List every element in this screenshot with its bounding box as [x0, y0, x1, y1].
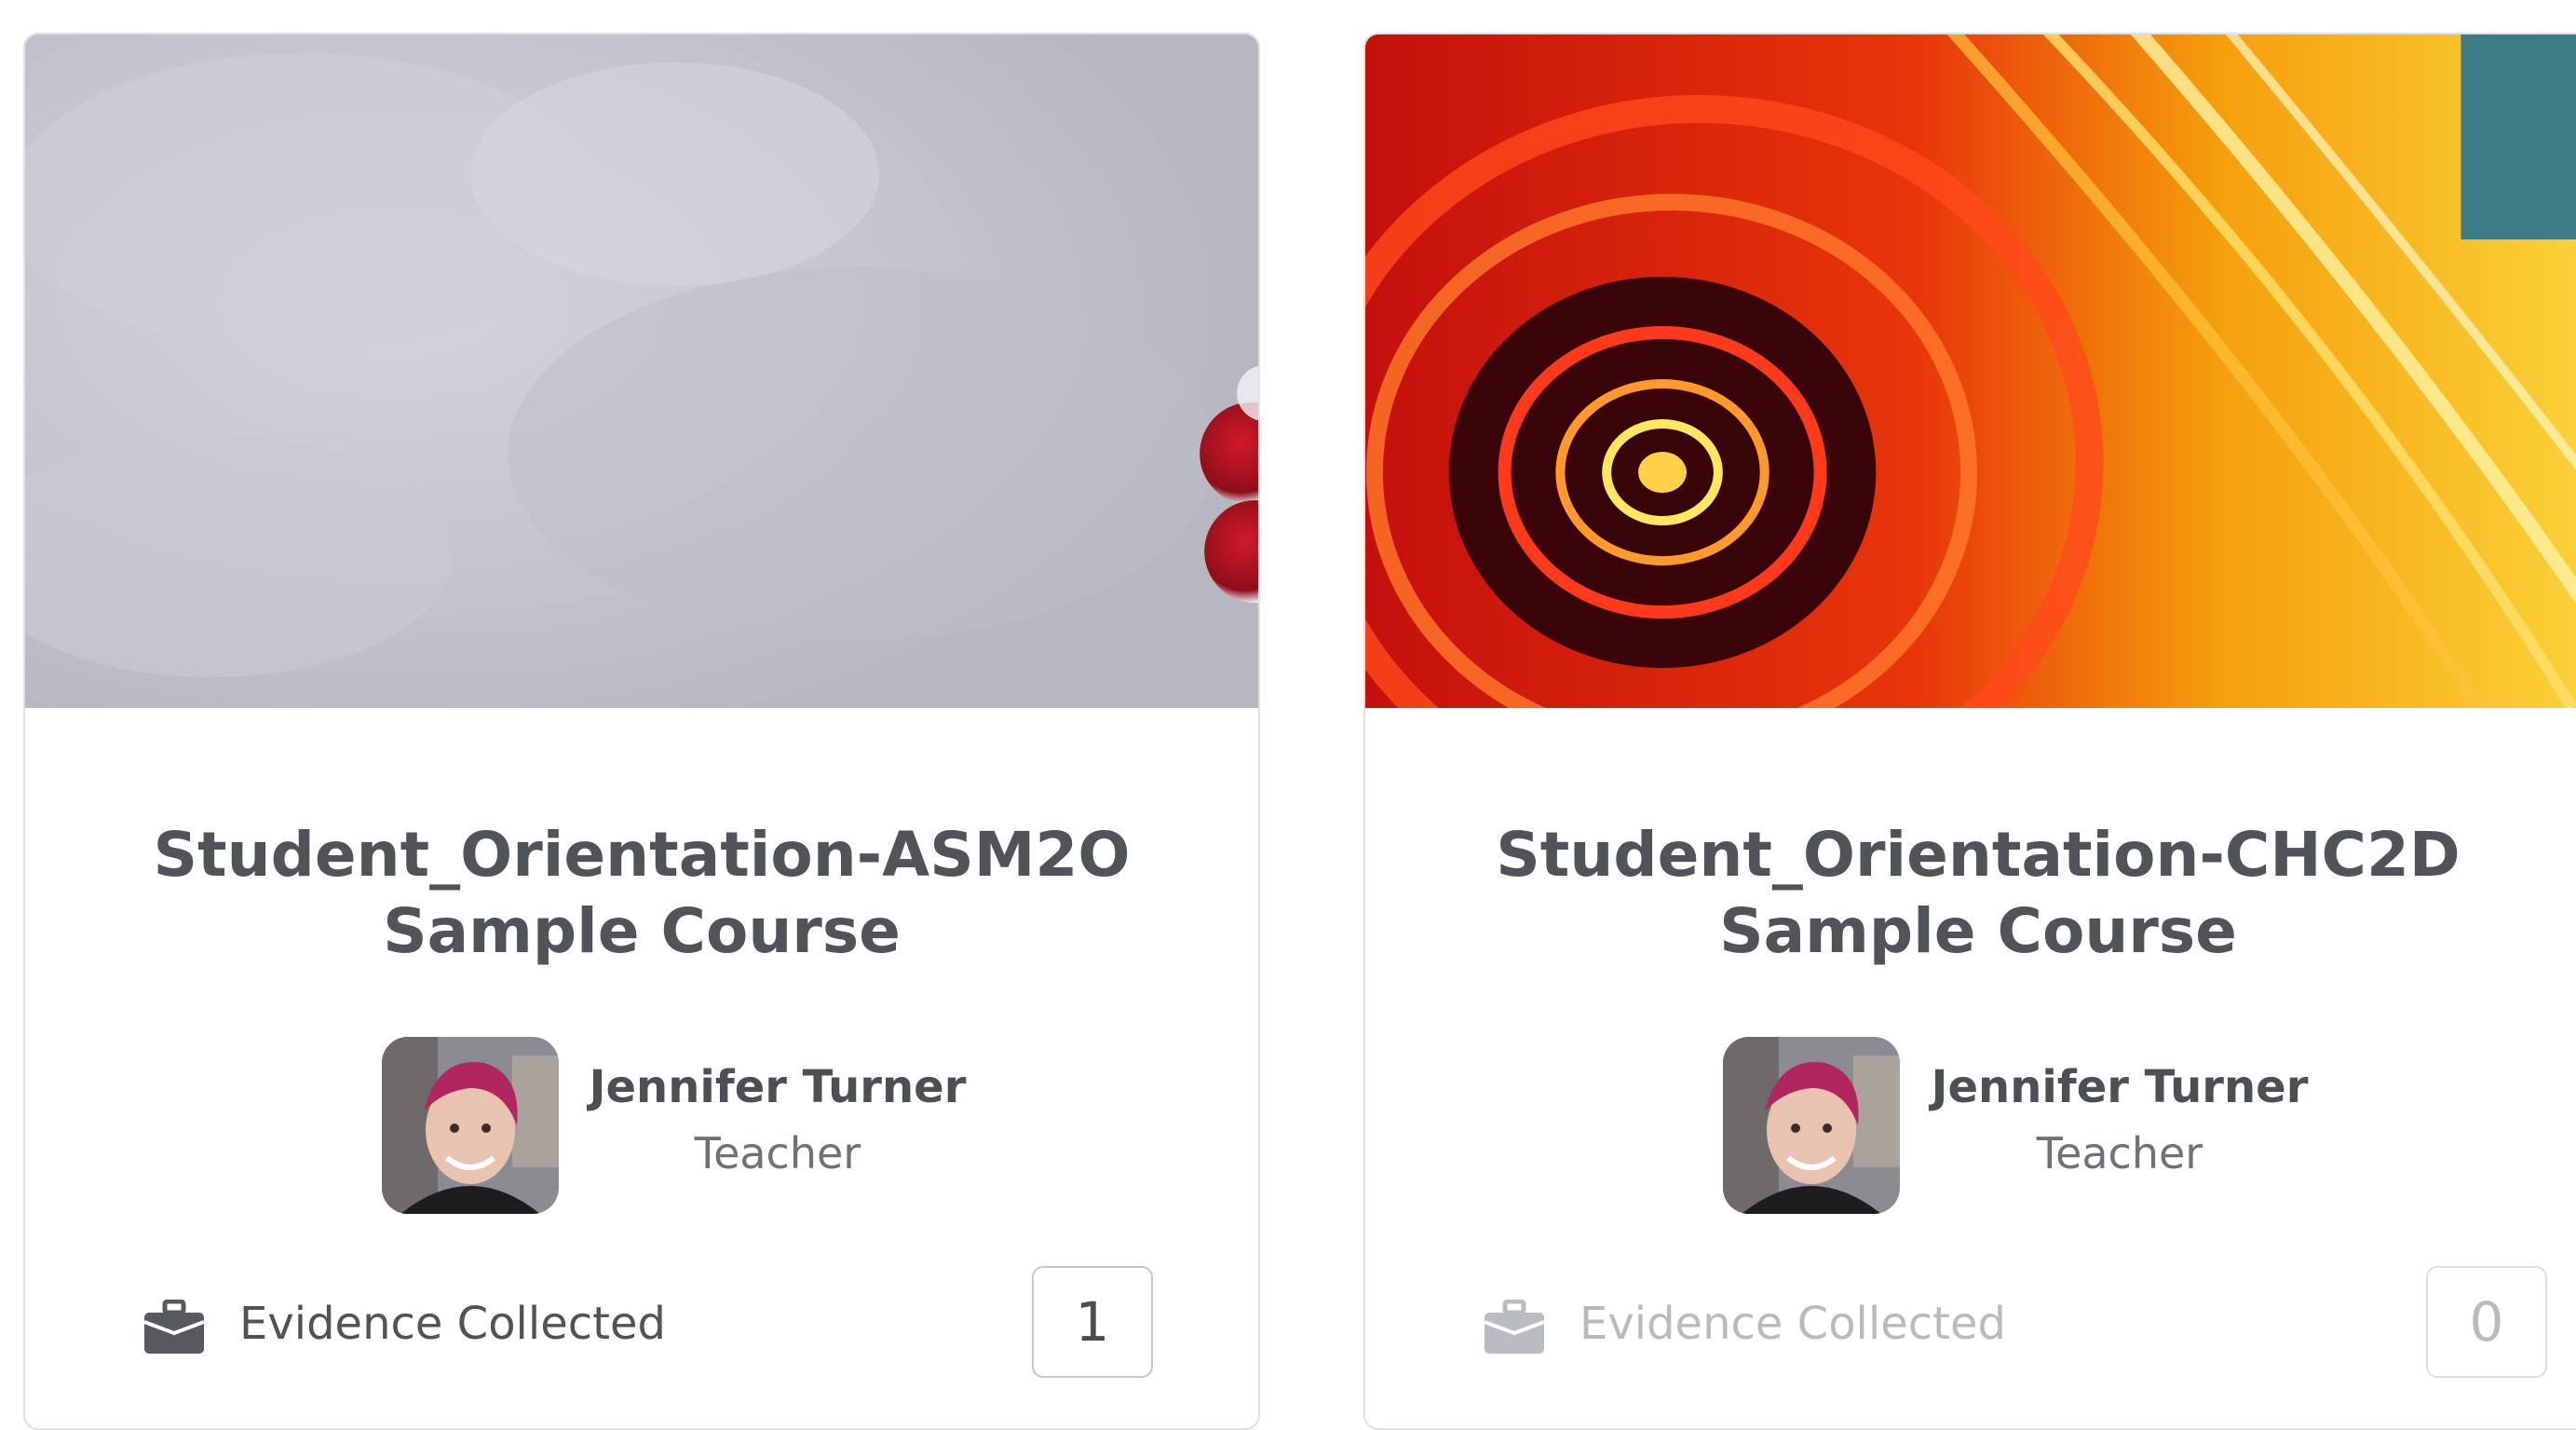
avatar-image: [1723, 1037, 1900, 1214]
teacher-role: Teacher: [694, 1128, 861, 1178]
teacher-avatar: [382, 1037, 559, 1214]
evidence-label: Evidence Collected: [1579, 1298, 2006, 1350]
course-title[interactable]: Student_Orientation-ASM2O Sample Course: [25, 817, 1258, 970]
evidence-count-badge[interactable]: 1: [1032, 1266, 1153, 1378]
course-title-line1: Student_Orientation-CHC2D: [1496, 819, 2461, 891]
course-image-lights[interactable]: [1365, 34, 2576, 708]
teacher-name: Jennifer Turner: [589, 1061, 967, 1113]
teacher-avatar: [1723, 1037, 1900, 1214]
avatar-image: [382, 1037, 559, 1214]
course-title-line2: Sample Course: [1719, 895, 2237, 967]
evidence-row: Evidence Collected 0: [1365, 1266, 2576, 1382]
course-title-line1: Student_Orientation-ASM2O: [153, 819, 1131, 891]
course-card-asm2o[interactable]: Student_Orientation-ASM2O Sample Course …: [23, 33, 1260, 1430]
evidence-label: Evidence Collected: [239, 1298, 666, 1350]
teacher-text: Jennifer Turner Teacher: [582, 1059, 973, 1180]
teacher-text: Jennifer Turner Teacher: [1924, 1059, 2315, 1180]
briefcase-icon: [1483, 1300, 1546, 1355]
teacher-info: Jennifer Turner Teacher: [1365, 1037, 2576, 1214]
course-card-chc2d[interactable]: Student_Orientation-CHC2D Sample Course …: [1363, 33, 2576, 1430]
teacher-name: Jennifer Turner: [1931, 1061, 2309, 1113]
teacher-role: Teacher: [2036, 1128, 2203, 1178]
frost-berries-image: [25, 34, 1258, 708]
evidence-row: Evidence Collected 1: [25, 1266, 1258, 1382]
briefcase-icon: [142, 1300, 206, 1355]
evidence-count-badge[interactable]: 0: [2426, 1266, 2547, 1378]
course-title[interactable]: Student_Orientation-CHC2D Sample Course: [1365, 817, 2576, 970]
teacher-info: Jennifer Turner Teacher: [25, 1037, 1258, 1214]
course-title-line2: Sample Course: [383, 895, 901, 967]
course-image-frost[interactable]: [25, 34, 1258, 708]
light-swirl-image: [1365, 34, 2576, 708]
